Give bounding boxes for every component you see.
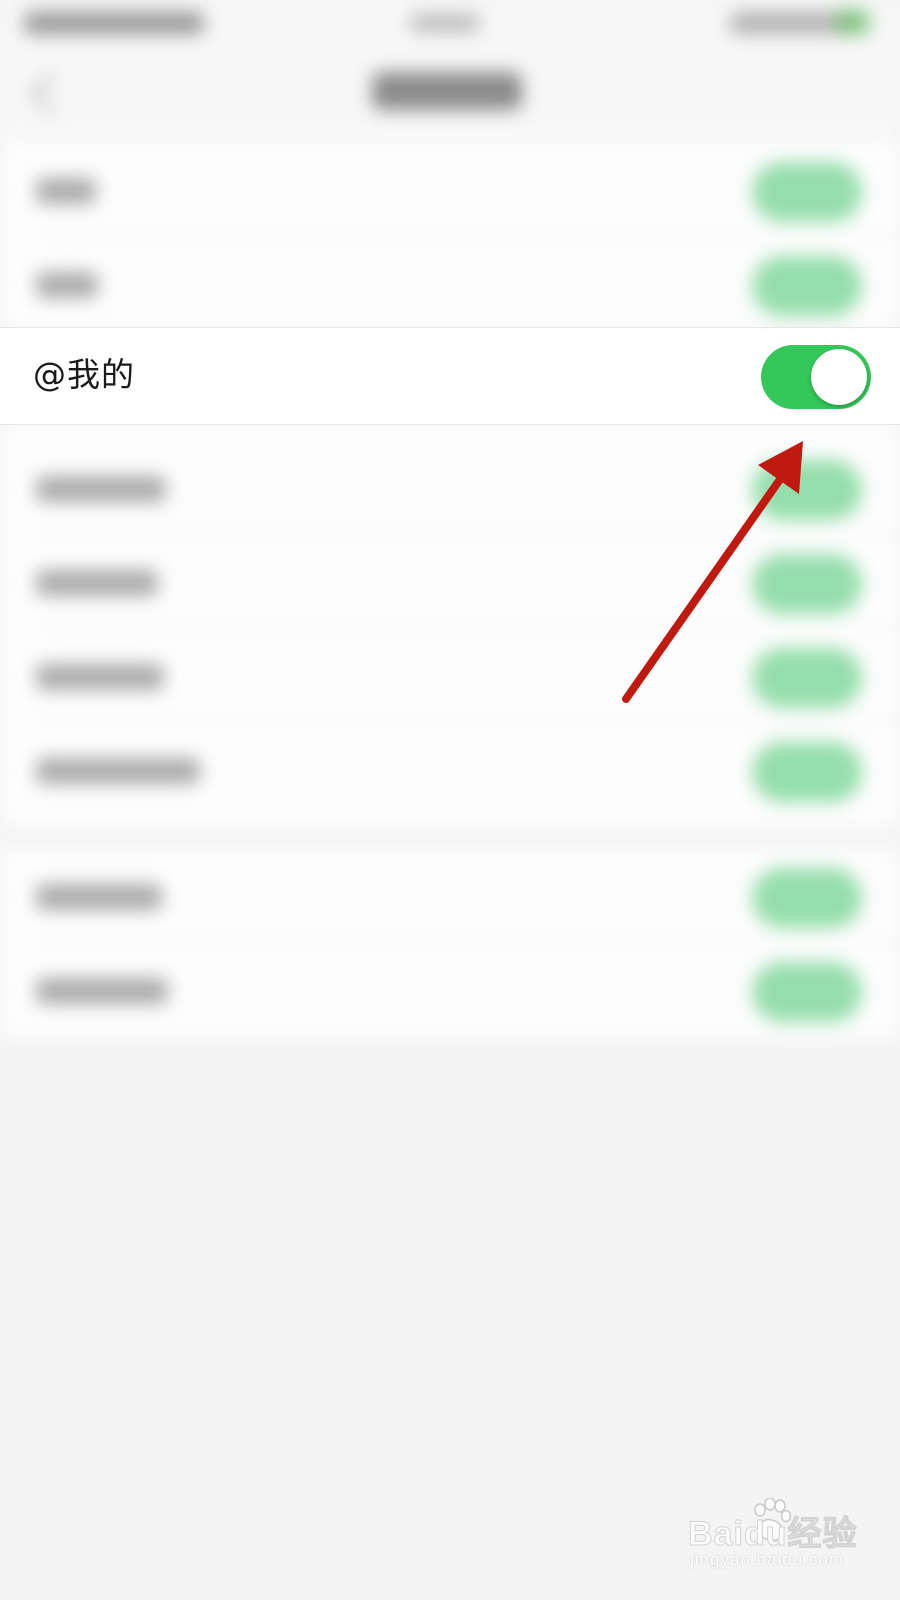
status-center-blur	[410, 14, 480, 32]
page-title-blur	[372, 72, 522, 110]
list-row	[0, 722, 900, 816]
toggle-blur[interactable]	[752, 742, 862, 802]
list-row	[0, 142, 900, 236]
watermark-url: jingyan.baidu.com	[690, 1550, 845, 1569]
list-section-top	[0, 142, 900, 328]
row-label-blur	[36, 884, 162, 910]
list-section-bottom	[0, 848, 900, 1038]
list-row	[0, 848, 900, 942]
toggle-knob[interactable]	[811, 349, 867, 405]
at-me-toggle-switch[interactable]	[761, 345, 871, 409]
toggle-blur[interactable]	[752, 460, 862, 520]
list-row	[0, 534, 900, 628]
toggle-blur[interactable]	[752, 962, 862, 1022]
list-row	[0, 942, 900, 1036]
list-row	[0, 236, 900, 330]
toggle-blur[interactable]	[752, 554, 862, 614]
back-arrow-icon[interactable]	[29, 71, 73, 115]
toggle-blur[interactable]	[752, 256, 862, 316]
status-bar	[0, 0, 900, 44]
row-label-blur	[36, 664, 164, 690]
status-left-blur	[24, 12, 204, 34]
row-label-blur	[36, 978, 168, 1004]
setting-label: @我的	[33, 355, 135, 394]
list-row	[0, 628, 900, 722]
setting-row-at-me: @我的	[0, 327, 900, 425]
baidu-jingyan-watermark: Baidu经验 jingyan.baidu.com	[687, 1498, 858, 1578]
row-label-blur	[36, 570, 158, 596]
settings-screen: @我的 Baidu经验 jingyan.baidu.com	[0, 0, 900, 1600]
blurred-background	[0, 0, 900, 1600]
row-label-blur	[36, 476, 166, 502]
navigation-bar	[0, 44, 900, 140]
row-label-blur	[36, 272, 98, 298]
list-section-middle	[0, 424, 900, 826]
watermark-logo: Baidu经验	[687, 1515, 858, 1554]
toggle-blur[interactable]	[752, 868, 862, 928]
battery-icon	[836, 10, 870, 34]
row-label-blur	[36, 758, 200, 784]
toggle-blur[interactable]	[752, 162, 862, 222]
toggle-blur[interactable]	[752, 648, 862, 708]
row-label-blur	[36, 178, 96, 204]
list-row	[0, 440, 900, 534]
